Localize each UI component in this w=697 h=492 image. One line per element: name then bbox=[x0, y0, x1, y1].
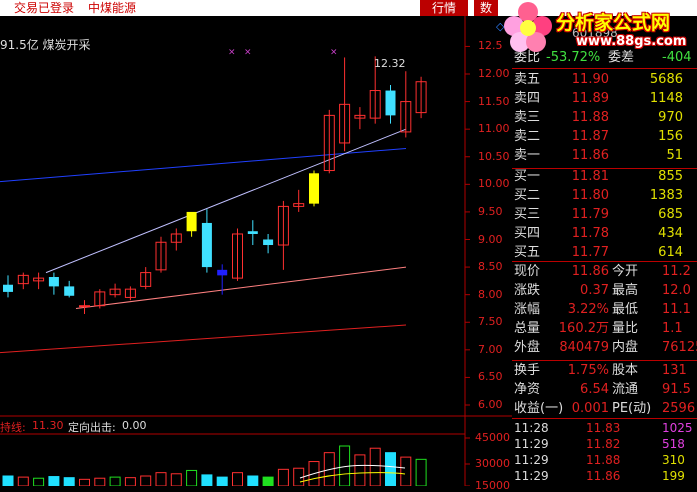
volume-bar bbox=[109, 476, 121, 486]
volume-bar bbox=[2, 475, 14, 486]
tick-row: 11:29 11.86 199 bbox=[514, 469, 685, 483]
cross-marker: × bbox=[228, 48, 236, 58]
fundamental-row: 净资 6.54 流通 91.5 bbox=[514, 382, 691, 397]
bid-row: 买四 11.78 434 bbox=[514, 226, 683, 241]
candle-body bbox=[263, 239, 274, 246]
candle-body bbox=[217, 269, 228, 276]
volume-bar bbox=[354, 454, 366, 486]
quote-panel: 601898 委比 -53.72% 委差 -404 卖五 11.90 5686 卖四 1… bbox=[512, 16, 697, 486]
price-tick-label: 6.00 bbox=[478, 398, 503, 411]
bid-row: 买一 11.81 855 bbox=[514, 169, 683, 184]
volume-bar bbox=[48, 476, 60, 486]
flower-icon bbox=[504, 2, 552, 52]
candle-body bbox=[201, 222, 212, 268]
volume-bar bbox=[201, 474, 213, 486]
ask-row: 卖四 11.89 1148 bbox=[514, 91, 683, 106]
stat-row: 总量 160.2万 量比 1.1 bbox=[514, 321, 683, 336]
price-tick-label: 6.50 bbox=[478, 370, 503, 384]
volume-bar bbox=[216, 476, 228, 486]
fundamental-row: 收益(一) 0.001 PE(动) 2596 bbox=[514, 401, 696, 416]
cross-marker: × bbox=[330, 48, 338, 58]
high-marker: 12.32 bbox=[374, 57, 406, 70]
ask-row: 卖二 11.87 156 bbox=[514, 129, 683, 144]
price-tick-label: 9.50 bbox=[478, 204, 503, 218]
logo-text: 分析家公式网 bbox=[556, 12, 671, 34]
stock-info: 91.5亿 煤炭开采 bbox=[0, 38, 91, 52]
volume-bar bbox=[247, 475, 259, 486]
volume-bar bbox=[262, 476, 274, 486]
candle-body bbox=[64, 286, 75, 296]
signal-value: 0.00 bbox=[122, 419, 147, 432]
volume-bar bbox=[79, 478, 90, 486]
volume-tick-label: 30000 bbox=[475, 457, 510, 470]
volume-bar bbox=[94, 477, 106, 486]
stat-row: 现价 11.86 今开 11.2 bbox=[514, 264, 691, 279]
price-tick-label: 10.00 bbox=[478, 177, 510, 191]
candle-body bbox=[79, 305, 90, 308]
ask-row: 卖三 11.88 970 bbox=[514, 110, 683, 125]
logo-url: www.88gs.com bbox=[576, 34, 687, 49]
candle-body bbox=[247, 231, 258, 234]
ask-row: 卖一 11.86 51 bbox=[514, 148, 683, 163]
volume-bar bbox=[400, 456, 412, 486]
trendline-lower bbox=[75, 266, 407, 309]
cross-marker: × bbox=[244, 48, 252, 58]
site-logo: 分析家公式网 www.88gs.com bbox=[498, 0, 697, 58]
tick-row: 11:29 11.82 518 bbox=[514, 437, 685, 451]
bid-row: 买三 11.79 685 bbox=[514, 207, 683, 222]
volume-bar bbox=[124, 477, 136, 486]
bid-row: 买五 11.77 614 bbox=[514, 245, 683, 260]
volume-bar bbox=[63, 477, 75, 486]
price-tick-label: 9.00 bbox=[478, 232, 503, 246]
volume-bar bbox=[33, 477, 45, 486]
signal-label: 定向出击: bbox=[68, 421, 116, 434]
price-tick-label: 8.50 bbox=[478, 260, 503, 274]
price-tick-label: 10.50 bbox=[478, 149, 510, 163]
volume-bar bbox=[186, 469, 198, 486]
price-tick-label: 11.50 bbox=[478, 94, 510, 108]
price-chart[interactable]: × × × bbox=[0, 16, 512, 486]
indicator-value: 11.30 bbox=[32, 419, 64, 432]
price-tick-label: 7.50 bbox=[478, 315, 503, 329]
volume-bar bbox=[17, 476, 29, 486]
volume-bar bbox=[232, 472, 243, 486]
fundamental-row: 换手 1.75% 股本 131 bbox=[514, 363, 687, 378]
volume-bar bbox=[415, 458, 427, 486]
bid-row: 买二 11.80 1383 bbox=[514, 188, 683, 203]
tick-row: 11:29 11.88 310 bbox=[514, 453, 685, 467]
stock-name: 中煤能源 bbox=[88, 1, 137, 15]
ask-row: 卖五 11.90 5686 bbox=[514, 72, 683, 87]
candle-body bbox=[3, 284, 13, 292]
price-tick-label: 8.00 bbox=[478, 287, 503, 301]
volume-bar bbox=[369, 447, 381, 486]
indicator-label: 持线: bbox=[0, 421, 26, 434]
stat-row: 涨幅 3.22% 最低 11.1 bbox=[514, 302, 691, 317]
price-tick-label: 7.00 bbox=[478, 342, 503, 356]
candle-body bbox=[309, 173, 319, 204]
candle-body bbox=[48, 277, 59, 287]
tab-quote[interactable]: 行情 bbox=[420, 0, 468, 16]
volume-bar bbox=[385, 452, 396, 486]
trendline-red bbox=[0, 324, 407, 354]
stat-row: 外盘840479内盘76125 bbox=[514, 340, 697, 355]
volume-tick-label: 45000 bbox=[475, 431, 510, 444]
volume-bar bbox=[155, 472, 167, 486]
price-tick-label: 12.00 bbox=[478, 67, 510, 80]
volume-bar bbox=[140, 475, 152, 486]
trendline-upper bbox=[45, 128, 407, 274]
candle-body bbox=[186, 211, 197, 232]
price-tick-label: 11.00 bbox=[478, 122, 510, 136]
tab-other[interactable]: 数 bbox=[474, 0, 498, 16]
login-status: 交易已登录 bbox=[14, 1, 75, 15]
candle-body bbox=[385, 90, 396, 116]
stat-row: 涨跌 0.37 最高 12.0 bbox=[514, 283, 691, 298]
volume-bar bbox=[170, 473, 182, 486]
tick-row: 11:28 11.83 1025 bbox=[514, 421, 693, 435]
volume-bar bbox=[277, 468, 289, 486]
